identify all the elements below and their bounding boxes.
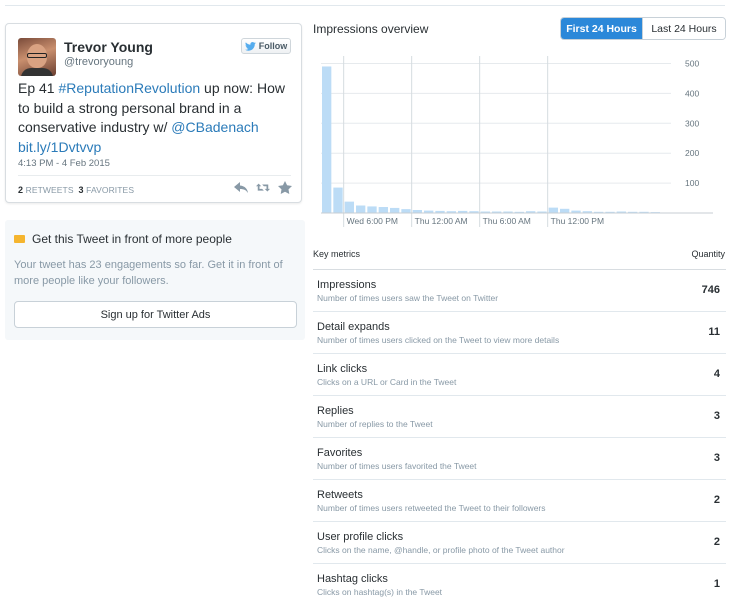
metric-quantity: 2	[713, 536, 720, 548]
metric-description: Number of times users retweeted the Twee…	[317, 503, 546, 513]
metric-quantity: 1	[713, 578, 720, 590]
hashtag-link[interactable]: #ReputationRevolution	[58, 80, 200, 96]
metric-description: Number of times users saw the Tweet on T…	[317, 293, 499, 303]
author-name[interactable]: Trevor Young	[64, 39, 153, 55]
metric-quantity: 11	[708, 326, 720, 338]
metric-description: Number of times users clicked on the Twe…	[317, 335, 560, 345]
impressions-chart: 100 200 300 400 500 Wed 6:00 PM Thu 12:00 AM Th…	[313, 48, 726, 233]
tweet-actions	[234, 181, 292, 194]
metric-name: Detail expands	[317, 321, 390, 333]
quantity-header: Quantity	[691, 249, 725, 259]
metric-row: Detail expands Number of times users clic…	[313, 312, 726, 354]
retweets-count: 2	[18, 185, 24, 195]
top-divider	[5, 5, 725, 6]
chart-bar[interactable]	[560, 208, 570, 213]
metrics-list: Impressions Number of times users saw the…	[313, 270, 726, 600]
favorites-count: 3	[78, 185, 84, 195]
url-link[interactable]: bit.ly/1Dvtvvp	[18, 139, 101, 155]
signup-twitter-ads-button[interactable]: Sign up for Twitter Ads	[14, 301, 297, 328]
first-24-hours-button[interactable]: First 24 Hours	[561, 18, 642, 39]
twitter-bird-icon	[244, 41, 256, 51]
reply-icon[interactable]	[234, 181, 248, 194]
x-tick-label: Wed 6:00 PM	[347, 216, 398, 226]
metric-description: Number of replies to the Tweet	[317, 419, 433, 429]
retweet-icon[interactable]	[256, 181, 270, 194]
impressions-chart-svg: 100 200 300 400 500 Wed 6:00 PM Thu 12:00 AM Th…	[321, 56, 713, 227]
metric-row: User profile clicks Clicks on the name, @…	[313, 522, 726, 564]
time-range-toggle: First 24 Hours Last 24 Hours	[560, 17, 726, 40]
metric-name: User profile clicks	[317, 531, 404, 543]
metric-name: Favorites	[317, 447, 363, 459]
impressions-overview-title: Impressions overview	[313, 22, 429, 36]
metric-description: Clicks on the name, @handle, or profile …	[317, 545, 565, 555]
x-tick-label: Thu 6:00 AM	[483, 216, 531, 226]
metric-row: Impressions Number of times users saw the…	[313, 270, 726, 312]
ads-description: Your tweet has 23 engagements so far. Ge…	[14, 259, 283, 287]
metric-description: Clicks on a URL or Card in the Tweet	[317, 377, 457, 387]
ads-ticket-icon	[14, 235, 25, 243]
ads-title: Get this Tweet in front of more people	[32, 232, 232, 246]
metric-name: Retweets	[317, 489, 363, 501]
metric-quantity: 746	[701, 284, 720, 296]
metric-name: Hashtag clicks	[317, 573, 388, 585]
tweet-timestamp[interactable]: 4:13 PM - 4 Feb 2015	[18, 158, 110, 169]
mention-link[interactable]: @CBadenach	[171, 119, 258, 135]
metric-quantity: 4	[713, 368, 720, 380]
metric-name: Replies	[317, 405, 354, 417]
tweet-stats: 2 RETWEETS 3 FAVORITES	[18, 185, 134, 195]
retweets-label[interactable]: RETWEETS	[26, 185, 74, 195]
x-tick-label: Thu 12:00 PM	[551, 216, 604, 226]
chart-bar[interactable]	[548, 207, 558, 213]
chart-bar[interactable]	[344, 201, 354, 213]
ads-promo-box: Get this Tweet in front of more people Y…	[5, 220, 305, 340]
favorite-icon[interactable]	[278, 181, 292, 194]
metric-row: Hashtag clicks Clicks on hashtag(s) in th…	[313, 564, 726, 600]
chart-bar[interactable]	[390, 207, 400, 213]
y-tick-label: 500	[685, 58, 699, 68]
metric-name: Link clicks	[317, 363, 368, 375]
metric-row: Retweets Number of times users retweeted …	[313, 480, 726, 522]
x-tick-label: Thu 12:00 AM	[415, 216, 468, 226]
metric-quantity: 3	[713, 452, 720, 464]
author-handle[interactable]: @trevoryoung	[64, 56, 133, 68]
chart-bar[interactable]	[367, 206, 377, 213]
chart-bar[interactable]	[401, 209, 411, 213]
metric-name: Impressions	[317, 279, 377, 291]
last-24-hours-button[interactable]: Last 24 Hours	[642, 18, 725, 39]
metric-row: Favorites Number of times users favorited…	[313, 438, 726, 480]
y-tick-label: 300	[685, 118, 699, 128]
tweet-card: Trevor Young @trevoryoung Follow Ep 41 #…	[5, 23, 302, 203]
metric-row: Replies Number of replies to the Tweet 3	[313, 396, 726, 438]
avatar[interactable]	[18, 38, 56, 76]
key-metrics-header: Key metrics	[313, 249, 361, 259]
chart-bar[interactable]	[356, 205, 366, 213]
metric-description: Clicks on hashtag(s) in the Tweet	[317, 587, 443, 597]
follow-label: Follow	[258, 41, 288, 51]
chart-bar[interactable]	[322, 66, 332, 213]
follow-button[interactable]: Follow	[241, 38, 291, 54]
metric-quantity: 3	[713, 410, 720, 422]
metric-quantity: 2	[713, 494, 720, 506]
chart-bar[interactable]	[333, 187, 343, 213]
y-tick-label: 200	[685, 148, 699, 158]
favorites-label[interactable]: FAVORITES	[86, 185, 134, 195]
metric-row: Link clicks Clicks on a URL or Card in th…	[313, 354, 726, 396]
tweet-divider	[18, 175, 291, 176]
metric-description: Number of times users favorited the Twee…	[317, 461, 477, 471]
y-tick-label: 400	[685, 88, 699, 98]
chart-bar[interactable]	[378, 207, 388, 213]
tweet-text: Ep 41 #ReputationRevolution up now: How …	[18, 80, 285, 155]
y-tick-label: 100	[685, 178, 699, 188]
